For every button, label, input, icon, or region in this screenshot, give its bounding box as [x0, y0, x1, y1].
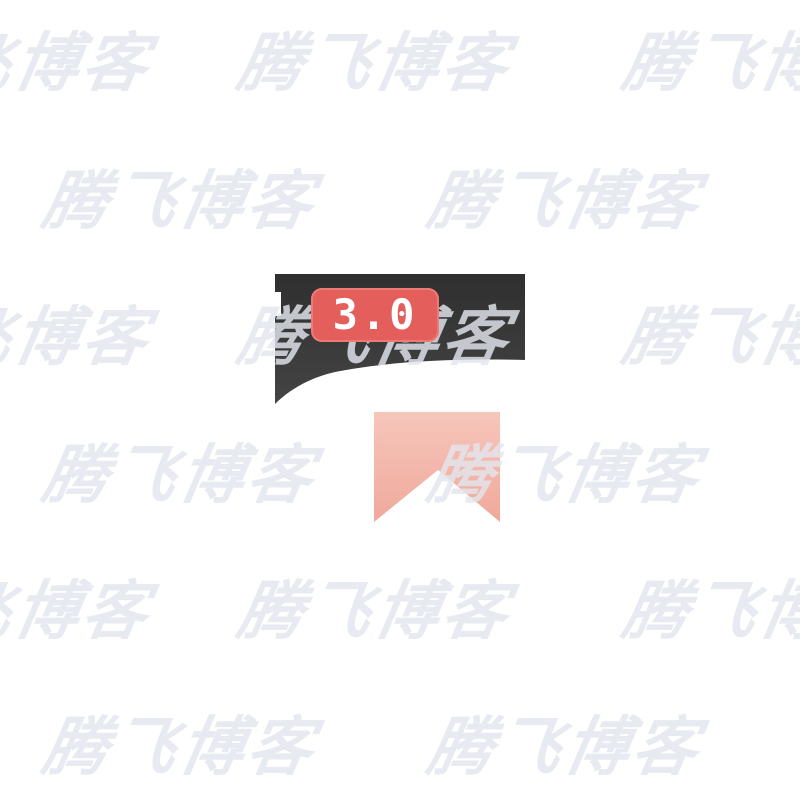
version-text: 3.0	[332, 290, 418, 339]
watermark-text: 腾飞博客	[0, 27, 158, 101]
watermark-text: 腾飞博客	[617, 575, 800, 649]
watermark-text: 腾飞博客	[0, 575, 158, 649]
watermark-text: 腾飞博客	[37, 711, 323, 785]
watermark-text: 腾飞博客	[617, 27, 800, 101]
watermark-text: 腾飞博客	[422, 165, 708, 239]
version-badge: 3.0	[311, 288, 439, 342]
watermark-text: 腾飞博客	[0, 301, 158, 375]
watermark-text: 腾飞博客	[232, 575, 518, 649]
watermark-text: 腾飞博客	[37, 439, 323, 513]
screenshot-canvas: 3.0 腾飞博客 腾飞博客 腾飞博客 腾飞博客 腾飞博客 腾飞博客 腾飞博客 腾…	[0, 0, 800, 800]
watermark-text: 腾飞博客	[422, 711, 708, 785]
bookmark-icon	[370, 408, 505, 525]
watermark-text: 腾飞博客	[37, 165, 323, 239]
watermark-text: 腾飞博客	[617, 301, 800, 375]
watermark-text: 腾飞博客	[232, 27, 518, 101]
